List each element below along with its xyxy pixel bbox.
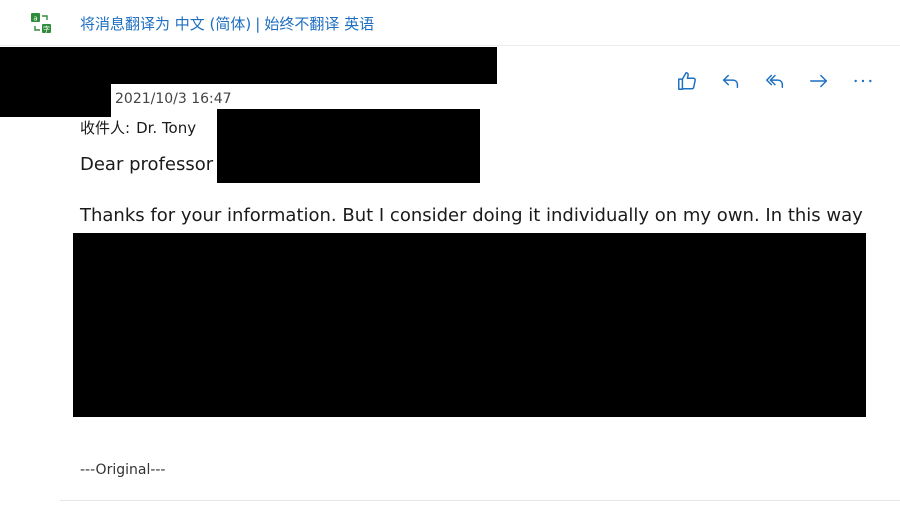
- more-actions-button[interactable]: [850, 68, 876, 94]
- email-reading-pane: a 字 将消息翻译为 中文 (简体) | 始终不翻译 英语 2021/10/3 …: [0, 0, 900, 519]
- reply-button[interactable]: [718, 68, 744, 94]
- reply-icon: [722, 74, 739, 89]
- body-paragraph: Thanks for your information. But I consi…: [80, 205, 863, 226]
- message-date: 2021/10/3 16:47: [115, 91, 232, 107]
- redacted-recipient: [217, 109, 480, 183]
- forward-button[interactable]: [806, 68, 832, 94]
- svg-text:字: 字: [43, 25, 50, 34]
- thumbs-up-icon: [678, 72, 696, 90]
- original-message-marker: ---Original---: [80, 462, 166, 478]
- redacted-body: [73, 233, 866, 417]
- translation-options: 将消息翻译为 中文 (简体) | 始终不翻译 英语: [80, 13, 374, 34]
- recipient-line: 收件人: Dr. Tony: [80, 117, 196, 138]
- greeting: Dear professor: [80, 154, 214, 175]
- translate-message-link[interactable]: 将消息翻译为 中文 (简体): [80, 15, 251, 33]
- recipient-label: 收件人:: [80, 119, 131, 137]
- translate-icon: a 字: [31, 13, 51, 34]
- svg-text:a: a: [33, 15, 37, 23]
- reply-all-button[interactable]: [762, 68, 788, 94]
- recipient-name[interactable]: Dr. Tony: [136, 119, 196, 137]
- translation-bar: a 字 将消息翻译为 中文 (简体) | 始终不翻译 英语: [0, 0, 900, 46]
- like-button[interactable]: [674, 68, 700, 94]
- reply-all-icon: [766, 74, 784, 89]
- forward-icon: [810, 74, 828, 88]
- redacted-sender-avatar: [0, 84, 111, 117]
- translation-separator: |: [255, 15, 261, 33]
- message-actions: [674, 66, 876, 96]
- never-translate-link[interactable]: 始终不翻译 英语: [264, 15, 374, 33]
- redacted-sender-name: [0, 47, 497, 84]
- divider: [60, 500, 900, 501]
- more-icon: [854, 79, 872, 83]
